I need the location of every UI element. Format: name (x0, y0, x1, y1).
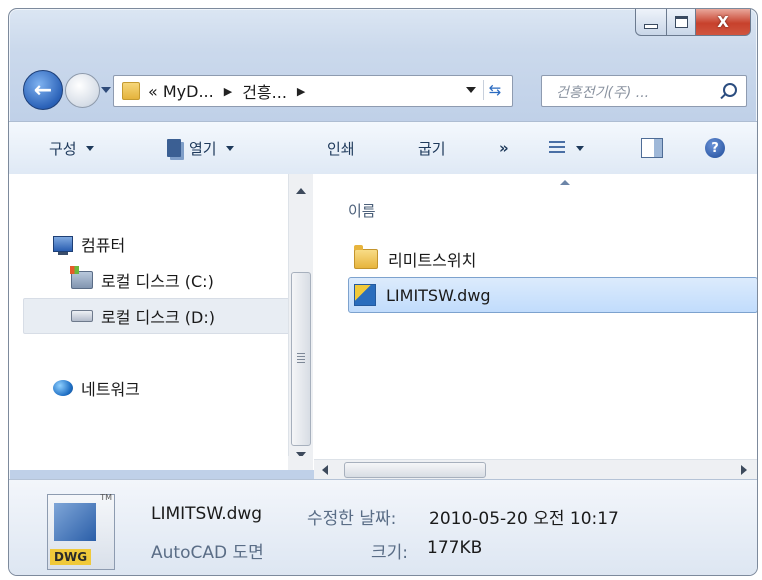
file-name: 리미트스위치 (388, 251, 477, 270)
content-area: 컴퓨터 로컬 디스크 (C:) 로컬 디스크 (D:) 네트워크 이름 리미트스… (9, 174, 757, 470)
forward-button[interactable] (65, 73, 100, 108)
recent-pages-dropdown[interactable] (101, 87, 111, 93)
network-icon (53, 380, 73, 396)
scroll-right-icon[interactable] (741, 465, 747, 475)
nav-item-computer[interactable]: 컴퓨터 (53, 228, 125, 260)
breadcrumb-item-mydocuments[interactable]: « MyD... (148, 82, 214, 101)
breadcrumb-item-folder[interactable]: 건흥... (242, 79, 287, 103)
nav-item-label: 로컬 디스크 (D:) (101, 308, 215, 327)
open-icon (167, 139, 181, 157)
scroll-corner (288, 456, 312, 470)
print-label: 인쇄 (327, 139, 355, 158)
grip-icon (297, 353, 305, 363)
folder-icon (354, 245, 378, 269)
organize-button[interactable]: 구성 (49, 122, 94, 174)
nav-item-label: 컴퓨터 (81, 236, 126, 255)
drive-icon (71, 310, 93, 322)
breadcrumb: « MyD... ▶ 건흥... ▶ (148, 79, 315, 103)
refresh-button[interactable]: ⇆ (483, 80, 506, 100)
file-list-pane: 이름 리미트스위치 LIMITSW.dwg (314, 174, 757, 470)
nav-item-drive-d[interactable]: 로컬 디스크 (D:) (71, 300, 215, 332)
details-file-name: LIMITSW.dwg (151, 504, 263, 524)
file-row-dwg[interactable]: LIMITSW.dwg (348, 277, 757, 313)
back-arrow-icon: ← (33, 77, 53, 103)
maximize-icon (674, 16, 688, 28)
file-row-folder[interactable]: 리미트스위치 (350, 244, 480, 274)
chevron-down-icon (576, 145, 584, 151)
column-header-name[interactable]: 이름 (348, 200, 376, 221)
nav-item-drive-c[interactable]: 로컬 디스크 (C:) (70, 264, 214, 296)
refresh-icon: ⇆ (488, 81, 502, 99)
dwg-preview-graphic (54, 503, 96, 541)
burn-label: 굽기 (418, 139, 446, 158)
close-button[interactable]: X (696, 9, 751, 36)
open-label: 열기 (189, 139, 217, 158)
folder-icon (122, 82, 140, 100)
view-list-icon (549, 141, 565, 155)
address-bar[interactable]: « MyD... ▶ 건흥... ▶ ⇆ (113, 75, 513, 107)
details-size-value: 177KB (427, 538, 483, 558)
breadcrumb-separator-icon[interactable]: ▶ (297, 85, 305, 98)
nav-item-network[interactable]: 네트워크 (53, 372, 140, 404)
back-button[interactable]: ← (23, 70, 63, 110)
nav-pane-scrollbar[interactable] (288, 174, 313, 470)
command-bar: 구성 열기 인쇄 굽기 » ? (9, 121, 757, 175)
address-dropdown-icon[interactable] (466, 87, 476, 93)
more-commands-icon: » (499, 139, 509, 157)
help-button[interactable]: ? (705, 122, 725, 174)
search-icon[interactable] (723, 83, 737, 97)
chevron-down-icon (85, 145, 94, 151)
horizontal-scrollbar[interactable] (314, 459, 757, 480)
file-name: LIMITSW.dwg (386, 285, 491, 305)
chevron-down-icon (225, 145, 234, 151)
dwg-thumbnail-label: DWG (50, 549, 92, 565)
details-date-value: 2010-05-20 오전 10:17 (429, 509, 619, 529)
dwg-file-icon (354, 284, 376, 306)
maximize-button[interactable] (667, 9, 696, 36)
nav-item-label: 네트워크 (81, 380, 140, 399)
sort-ascending-icon (560, 180, 570, 185)
trademark-mark: TM (100, 493, 112, 502)
computer-icon (53, 236, 73, 255)
details-file-type: AutoCAD 도면 (151, 543, 264, 563)
scroll-up-icon[interactable] (296, 188, 306, 194)
navigation-pane: 컴퓨터 로컬 디스크 (C:) 로컬 디스크 (D:) 네트워크 (9, 174, 314, 470)
details-size-label: 크기: (371, 543, 409, 563)
details-pane: TM DWG LIMITSW.dwg AutoCAD 도면 수정한 날짜: 20… (9, 479, 757, 575)
organize-label: 구성 (49, 139, 77, 158)
close-icon: X (717, 13, 729, 31)
breadcrumb-separator-icon[interactable]: ▶ (224, 85, 232, 98)
search-placeholder[interactable]: 건흥전기(주) ... (556, 82, 649, 102)
more-commands-button[interactable]: » (499, 122, 509, 174)
scrollbar-thumb[interactable] (291, 272, 311, 446)
search-box[interactable]: 건흥전기(주) ... (541, 75, 747, 107)
navigation-bar: ← « MyD... ▶ 건흥... ▶ ⇆ 건흥전기(주) ... (9, 65, 757, 115)
preview-pane-icon (641, 138, 663, 158)
print-button[interactable]: 인쇄 (327, 122, 355, 174)
help-icon: ? (705, 138, 725, 158)
preview-pane-button[interactable] (641, 122, 663, 174)
details-date-label: 수정한 날짜: (307, 509, 397, 529)
minimize-icon (644, 23, 658, 29)
explorer-window: X ← « MyD... ▶ 건흥... ▶ ⇆ 건흥전기(주) ... 구성 … (8, 8, 758, 576)
burn-button[interactable]: 굽기 (418, 122, 446, 174)
nav-item-label: 로컬 디스크 (C:) (101, 272, 214, 291)
caption-buttons: X (635, 9, 751, 37)
dwg-thumbnail-icon: TM DWG (47, 493, 115, 570)
horizontal-scrollbar-thumb[interactable] (344, 462, 486, 478)
open-button[interactable]: 열기 (167, 122, 234, 174)
minimize-button[interactable] (635, 9, 667, 36)
scroll-left-icon[interactable] (322, 465, 328, 475)
system-drive-icon (70, 266, 93, 289)
change-view-button[interactable] (549, 122, 584, 174)
